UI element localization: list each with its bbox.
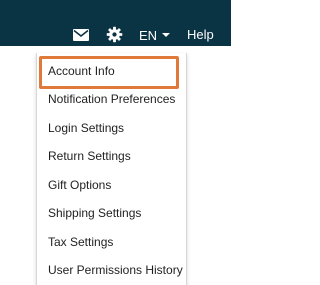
menu-item-login-settings[interactable]: Login Settings (48, 120, 124, 136)
menu-item-tax-settings[interactable]: Tax Settings (48, 234, 113, 250)
menu-pointer (108, 46, 122, 53)
language-label: EN (139, 27, 158, 43)
menu-item-account-info[interactable]: Account Info (48, 63, 115, 79)
menu-item-gift-options[interactable]: Gift Options (48, 177, 111, 193)
menu-item-shipping-settings[interactable]: Shipping Settings (48, 205, 141, 221)
language-selector[interactable]: EN (139, 27, 171, 43)
settings-dropdown-menu: Account Info Notification Preferences Lo… (36, 53, 187, 285)
help-link[interactable]: Help (187, 27, 214, 43)
caret-down-icon (162, 33, 171, 37)
gear-icon[interactable] (106, 26, 123, 43)
menu-item-notification-preferences[interactable]: Notification Preferences (48, 91, 175, 107)
menu-item-user-permissions-history[interactable]: User Permissions History (48, 262, 183, 278)
mail-icon[interactable] (73, 29, 89, 41)
top-navigation-bar: EN Help (0, 0, 231, 46)
menu-item-return-settings[interactable]: Return Settings (48, 148, 131, 164)
